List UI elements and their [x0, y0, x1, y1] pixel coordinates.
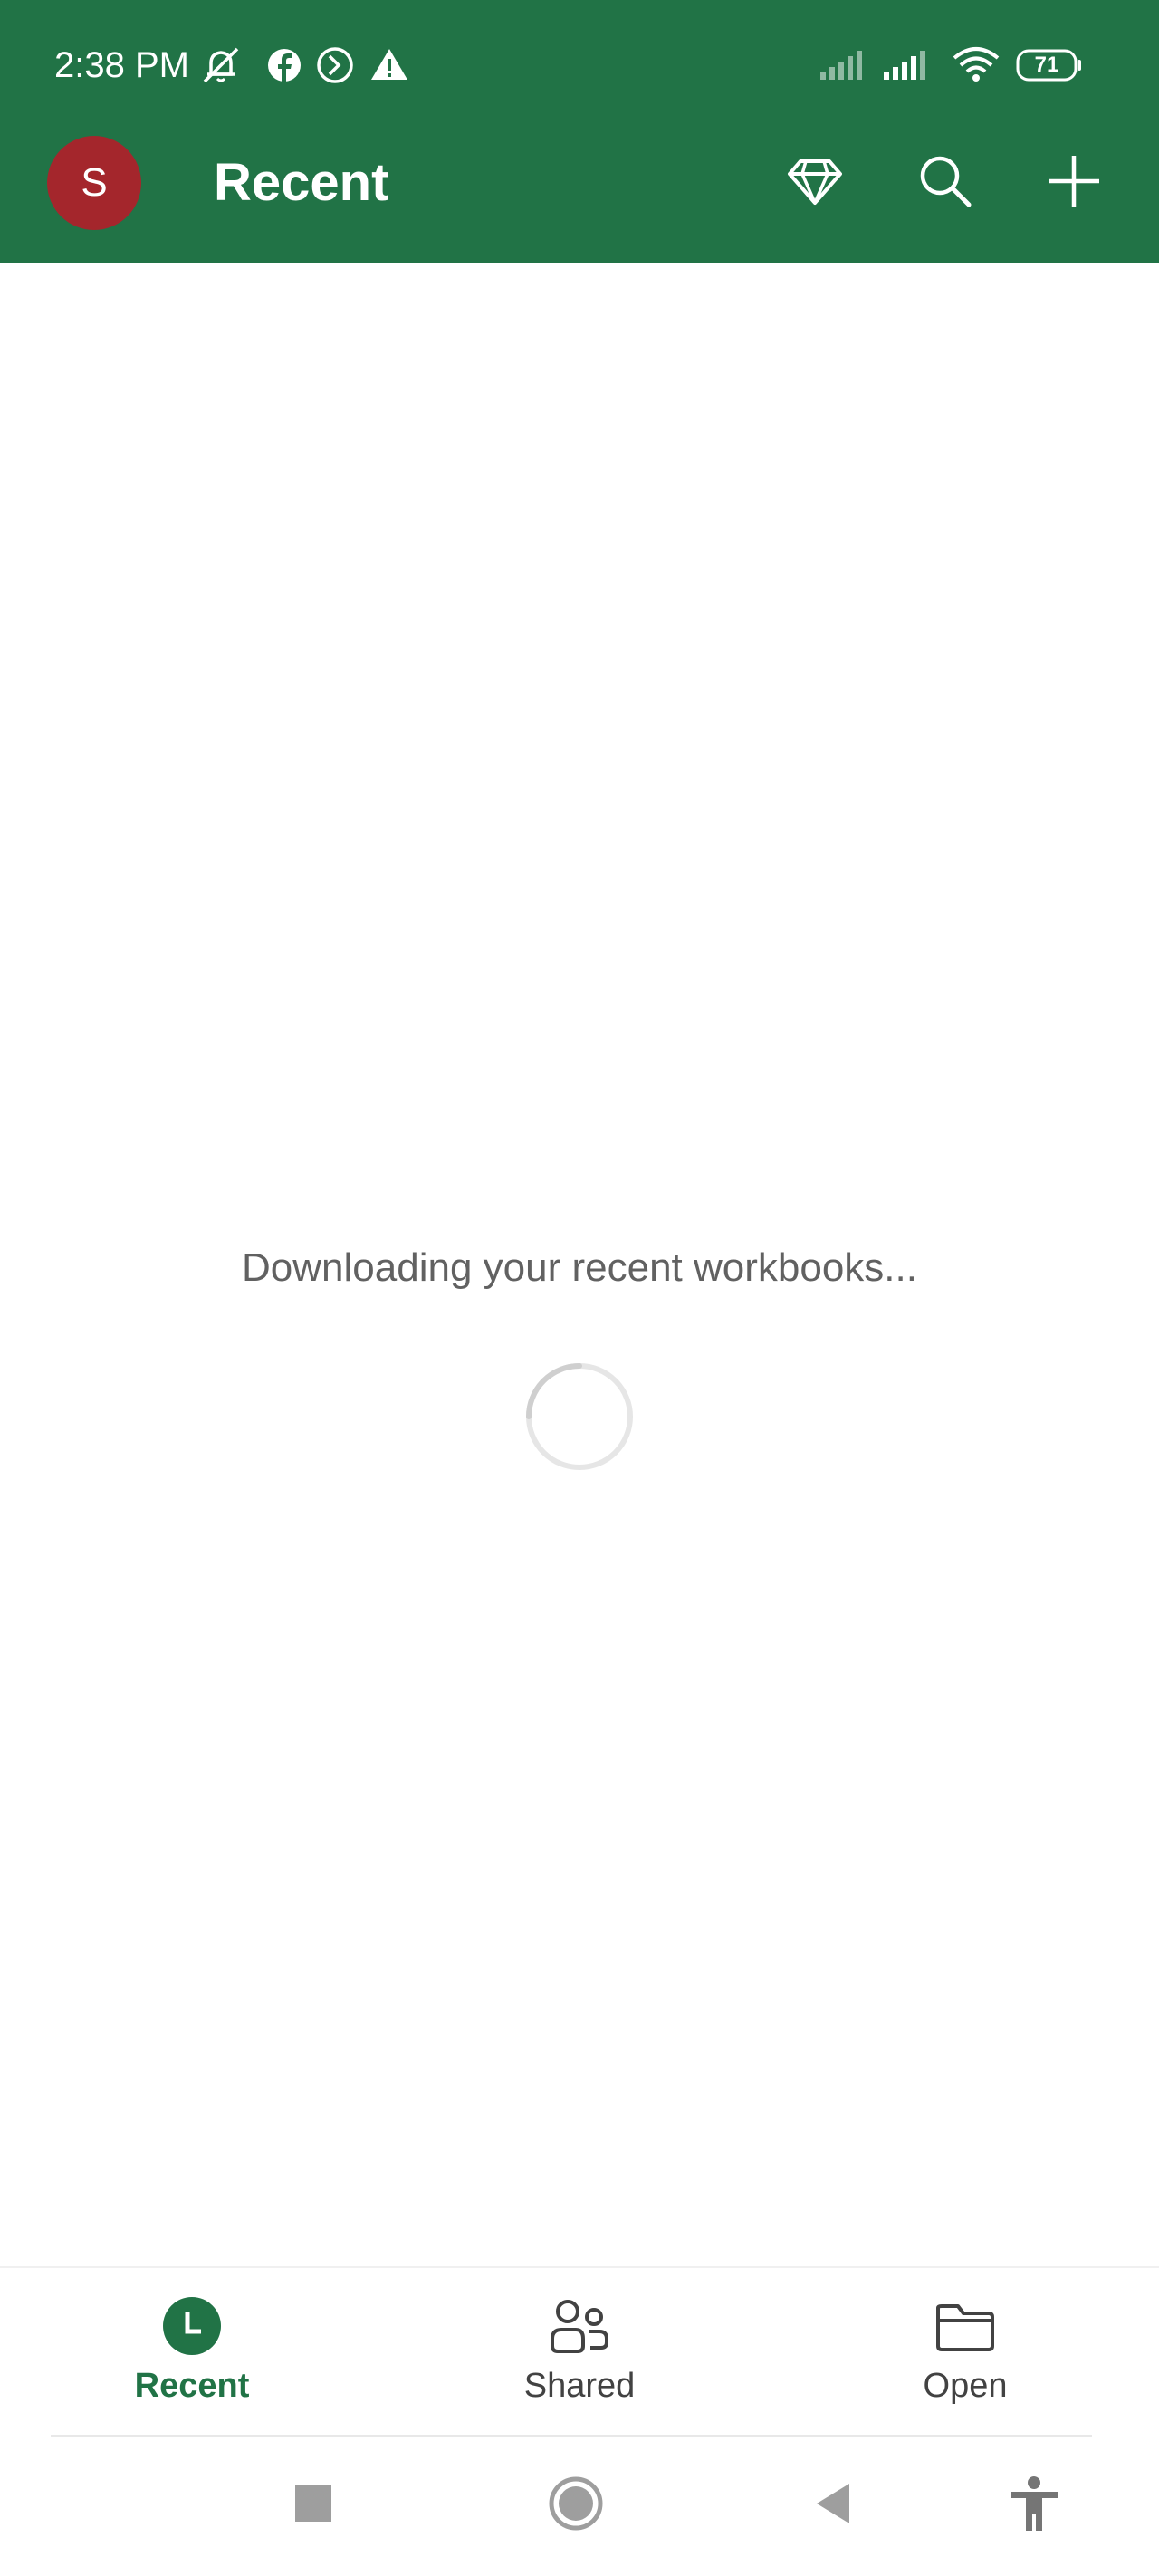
signal-icon — [880, 42, 934, 89]
premium-diamond-icon — [784, 150, 846, 216]
search-icon — [915, 150, 976, 216]
add-icon — [1043, 150, 1105, 216]
app-icon — [311, 42, 359, 89]
avatar[interactable]: S — [47, 136, 141, 230]
back-triangle-icon — [813, 2482, 853, 2530]
recents-square-icon — [293, 2484, 333, 2528]
app-bar: S Recent — [0, 127, 1159, 263]
loading-message: Downloading your recent workbooks... — [242, 1245, 917, 1290]
add-button[interactable] — [1030, 139, 1117, 226]
back-button[interactable] — [797, 2469, 869, 2542]
nav-item-recent[interactable]: Recent — [56, 2268, 328, 2437]
nav-label: Recent — [134, 2367, 250, 2405]
clock-icon — [161, 2295, 223, 2357]
wifi-icon — [949, 42, 1003, 89]
system-navigation-bar — [0, 2437, 1159, 2576]
nav-item-open[interactable]: Open — [829, 2268, 1101, 2437]
people-icon — [549, 2295, 610, 2357]
home-circle-icon — [548, 2475, 604, 2536]
accessibility-button[interactable] — [998, 2469, 1070, 2542]
accessibility-icon — [1005, 2475, 1063, 2537]
battery-level: 71 — [1034, 53, 1059, 77]
home-button[interactable] — [540, 2469, 612, 2542]
facebook-icon — [261, 42, 308, 89]
status-bar: 2:38 PM 71 — [0, 0, 1159, 127]
page-title: Recent — [214, 153, 389, 212]
folder-icon — [934, 2295, 996, 2357]
bottom-navigation: Recent Shared Open — [0, 2266, 1159, 2437]
search-button[interactable] — [902, 139, 989, 226]
loading-spinner-icon — [523, 1360, 636, 1473]
battery-icon: 71 — [1016, 49, 1083, 82]
nav-item-shared[interactable]: Shared — [444, 2268, 715, 2437]
nav-label: Shared — [523, 2367, 636, 2405]
app-header: 2:38 PM 71 S Recent — [0, 0, 1159, 263]
nav-label: Open — [923, 2367, 1008, 2405]
warning-icon — [366, 42, 413, 89]
premium-button[interactable] — [771, 139, 858, 226]
recents-button[interactable] — [277, 2469, 350, 2542]
signal-icon — [817, 42, 871, 89]
notifications-off-icon — [197, 42, 244, 89]
status-time: 2:38 PM — [54, 45, 189, 85]
